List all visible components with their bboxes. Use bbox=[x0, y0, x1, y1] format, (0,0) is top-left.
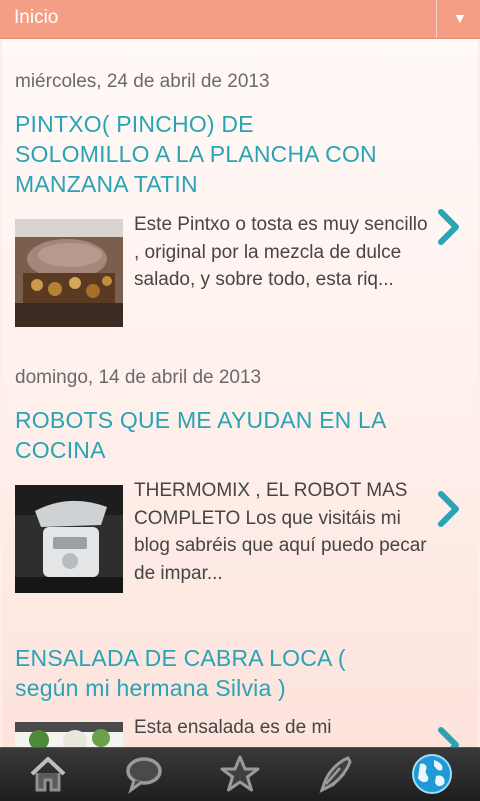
dropdown-arrow-icon: ▼ bbox=[453, 10, 467, 26]
comments-icon bbox=[126, 757, 162, 794]
bottom-nav bbox=[0, 747, 480, 801]
edit-icon bbox=[319, 756, 352, 793]
page-title[interactable]: Inicio bbox=[14, 7, 58, 29]
globe-icon bbox=[412, 754, 452, 794]
post-title[interactable]: ROBOTS QUE ME AYUDAN EN LA COCINA bbox=[15, 405, 395, 465]
post-date: miércoles, 24 de abril de 2013 bbox=[15, 71, 270, 92]
post-excerpt: THERMOMIX , EL ROBOT MAS COMPLETO Los qu… bbox=[134, 480, 427, 584]
post-excerpt: Esta ensalada es de mi bbox=[134, 717, 332, 738]
post-thumbnail[interactable] bbox=[15, 485, 123, 593]
nav-home[interactable] bbox=[0, 748, 96, 801]
post-thumbnail[interactable] bbox=[15, 722, 123, 747]
chevron-right-icon[interactable] bbox=[434, 725, 464, 747]
home-icon bbox=[30, 757, 66, 792]
nav-edit[interactable] bbox=[288, 748, 384, 801]
star-icon bbox=[220, 755, 260, 792]
post-date: domingo, 14 de abril de 2013 bbox=[15, 367, 262, 388]
nav-comments[interactable] bbox=[96, 748, 192, 801]
menu-dropdown-button[interactable]: ▼ bbox=[437, 0, 480, 38]
post-list[interactable]: miércoles, 24 de abril de 2013 PINTXO( P… bbox=[2, 39, 478, 747]
post-title[interactable]: PINTXO( PINCHO) DE SOLOMILLO A LA PLANCH… bbox=[15, 109, 395, 199]
post-excerpt: Este Pintxo o tosta es muy sencillo , or… bbox=[134, 214, 428, 290]
action-bar: Inicio ▼ bbox=[0, 0, 480, 39]
post-title[interactable]: ENSALADA DE CABRA LOCA ( según mi herman… bbox=[15, 643, 395, 703]
nav-favorites[interactable] bbox=[192, 748, 288, 801]
nav-web[interactable] bbox=[384, 748, 480, 801]
chevron-right-icon[interactable] bbox=[434, 207, 464, 247]
chevron-right-icon[interactable] bbox=[434, 489, 464, 529]
post-thumbnail[interactable] bbox=[15, 219, 123, 327]
